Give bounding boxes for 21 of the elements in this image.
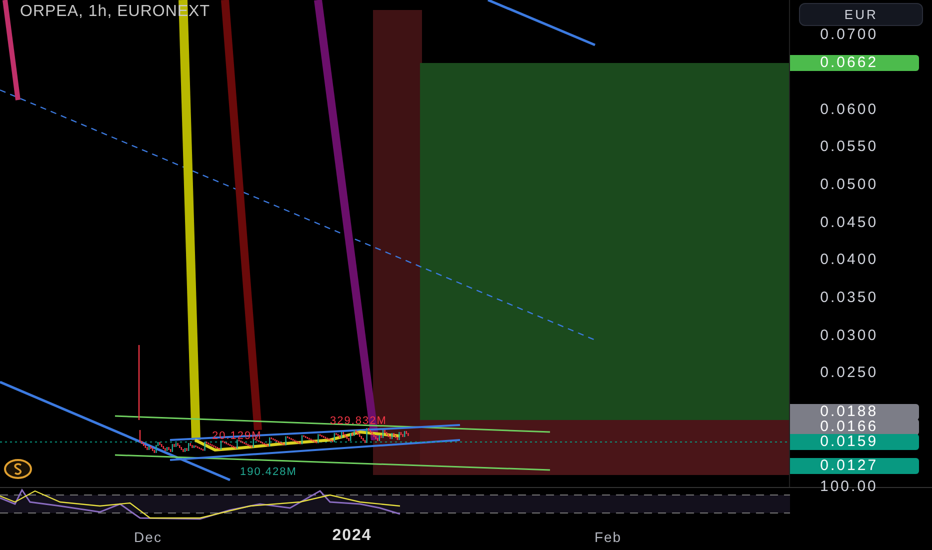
- price-tick-label: 0.0550: [820, 138, 878, 155]
- price-tag: 0.0662: [790, 55, 920, 71]
- price-tag: 0.0159: [790, 434, 920, 450]
- price-tick-label: 0.0350: [820, 289, 878, 306]
- oscillator-axis-label: 100.00: [820, 478, 878, 495]
- time-axis-label: 2024: [332, 527, 372, 545]
- price-tick-label: 0.0600: [820, 101, 878, 118]
- price-tag: 0.0188: [790, 404, 920, 420]
- price-tick-label: 0.0300: [820, 327, 878, 344]
- price-tick-label: 0.0250: [820, 364, 878, 381]
- price-tag: 0.0127: [790, 458, 920, 474]
- price-tag: 0.0166: [790, 419, 920, 435]
- price-tick-label: 0.0700: [820, 26, 878, 43]
- time-axis-label: Feb: [594, 529, 622, 545]
- volume-label: 329.832M: [330, 415, 387, 427]
- price-tick-label: 0.0500: [820, 176, 878, 193]
- time-axis-label: Dec: [134, 529, 162, 545]
- price-tick-label: 0.0450: [820, 214, 878, 231]
- volume-label: 190.428M: [240, 466, 297, 478]
- currency-button[interactable]: EUR: [799, 3, 924, 26]
- price-tick-label: 0.0400: [820, 251, 878, 268]
